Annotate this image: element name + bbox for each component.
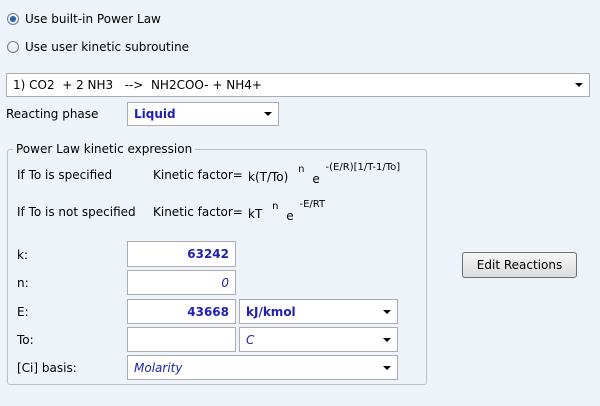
user-subroutine-option[interactable]: Use user kinetic subroutine (7, 40, 189, 54)
chevron-down-icon (383, 309, 391, 314)
reaction-select[interactable]: 1) CO2 + 2 NH3 --> NH2COO- + NH4+ (6, 73, 590, 97)
reaction-select-value: 1) CO2 + 2 NH3 --> NH2COO- + NH4+ (13, 78, 262, 92)
k-value: 63242 (187, 247, 229, 261)
basis-value: Molarity (134, 360, 183, 375)
edit-reactions-label: Edit Reactions (476, 258, 563, 272)
kinetic-factor-label-2: Kinetic factor= (153, 205, 243, 219)
chevron-down-icon (264, 112, 272, 116)
k-field[interactable]: 63242 (127, 241, 236, 267)
kf2-e: e (286, 209, 294, 223)
kf1-base: k(T/To) (248, 170, 289, 184)
reacting-phase-select[interactable]: Liquid (127, 102, 279, 126)
kf2-base: kT (248, 207, 263, 221)
E-value: 43668 (187, 304, 229, 319)
chevron-down-icon (383, 337, 391, 342)
power-law-group-title: Power Law kinetic expression (13, 142, 196, 156)
E-unit-value: kJ/kmol (246, 304, 296, 319)
reacting-phase-label: Reacting phase (6, 107, 99, 121)
n-field[interactable]: 0 (127, 270, 236, 295)
basis-select[interactable]: Molarity (127, 355, 398, 380)
edit-reactions-button[interactable]: Edit Reactions (462, 252, 577, 278)
chevron-down-icon (575, 83, 583, 87)
To-field[interactable] (127, 327, 236, 352)
E-unit-select[interactable]: kJ/kmol (239, 299, 398, 324)
builtin-power-law-label: Use built-in Power Law (25, 12, 161, 26)
reacting-phase-value: Liquid (134, 107, 176, 121)
To-label: To: (17, 333, 34, 347)
builtin-power-law-option[interactable]: Use built-in Power Law (7, 12, 161, 26)
kf2-n: n (272, 201, 279, 212)
E-label: E: (17, 305, 29, 319)
to-specified-label: If To is specified (17, 168, 113, 182)
basis-label: [Ci] basis: (17, 361, 77, 375)
kf1-e: e (312, 172, 320, 186)
chevron-down-icon (383, 365, 391, 370)
kinetic-factor-label-1: Kinetic factor= (153, 168, 243, 182)
user-subroutine-radio[interactable] (7, 41, 19, 53)
builtin-power-law-radio[interactable] (7, 13, 19, 25)
E-field[interactable]: 43668 (127, 299, 236, 324)
kf2-exponent: -E/RT (299, 199, 326, 210)
to-not-specified-label: If To is not specified (17, 205, 136, 219)
kinetic-factor-expression-1: k(T/To) n e -(E/R)[1/T-1/To] (248, 162, 401, 186)
kinetic-factor-expression-2: kT n e -E/RT (248, 199, 326, 223)
n-value: 0 (221, 275, 229, 290)
kf1-n: n (298, 164, 305, 175)
user-subroutine-label: Use user kinetic subroutine (25, 40, 190, 54)
kf1-exponent: -(E/R)[1/T-1/To] (325, 162, 401, 173)
To-unit-select[interactable]: C (239, 327, 398, 352)
To-unit-value: C (246, 332, 255, 347)
k-label: k: (17, 248, 28, 262)
n-label: n: (17, 276, 29, 290)
